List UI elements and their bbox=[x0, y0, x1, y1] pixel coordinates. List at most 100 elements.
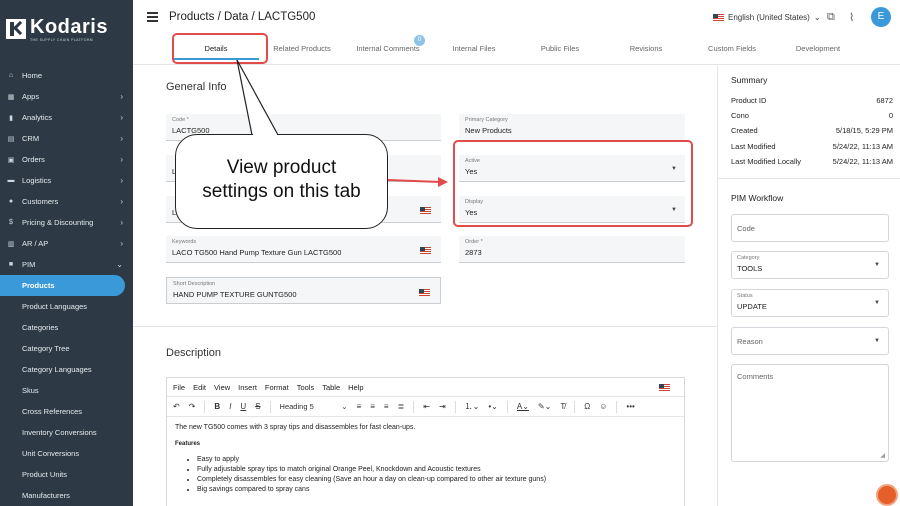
menu-help[interactable]: Help bbox=[348, 383, 363, 392]
summary-row: Cono 0 bbox=[731, 111, 893, 120]
logo-tagline: THE SUPPLY CHAIN PLATFORM bbox=[30, 37, 94, 42]
sidebar-item-ar-ap[interactable]: ▥ AR / AP › bbox=[0, 233, 133, 254]
indent-icon[interactable]: ⇥ bbox=[439, 402, 446, 411]
sidebar-item-analytics[interactable]: ▮ Analytics › bbox=[0, 107, 133, 128]
logo[interactable]: Kodaris THE SUPPLY CHAIN PLATFORM bbox=[0, 0, 133, 58]
sidebar-item-crm[interactable]: ▤ CRM › bbox=[0, 128, 133, 149]
callout-text-line2: settings on this tab bbox=[202, 181, 361, 202]
language-selector[interactable]: English (United States) ⌄ bbox=[713, 13, 821, 22]
tab-custom-fields[interactable]: Custom Fields bbox=[689, 40, 775, 60]
sidebar-item-product-units[interactable]: Product Units bbox=[0, 464, 133, 485]
bullet-list-icon[interactable]: •⌄ bbox=[488, 402, 498, 411]
sidebar: Kodaris THE SUPPLY CHAIN PLATFORM ⌂ Home … bbox=[0, 0, 133, 506]
sidebar-item-unit-conversions[interactable]: Unit Conversions bbox=[0, 443, 133, 464]
field-label: Status bbox=[737, 293, 753, 299]
sidebar-nav: ⌂ Home ▦ Apps › ▮ Analytics › ▤ CRM › ▣ Orders › … bbox=[0, 58, 133, 506]
workflow-category-select[interactable]: Category TOOLS ▼ bbox=[731, 251, 889, 279]
emoji-icon[interactable]: ☺ bbox=[599, 402, 607, 411]
chevron-down-icon: ⌄ bbox=[813, 13, 821, 22]
sidebar-item-product-languages[interactable]: Product Languages bbox=[0, 296, 133, 317]
sidebar-item-cross-references[interactable]: Cross References bbox=[0, 401, 133, 422]
menu-format[interactable]: Format bbox=[265, 383, 289, 392]
block-format-select[interactable]: Heading 5 ⌄ bbox=[280, 402, 348, 411]
us-flag-icon[interactable] bbox=[659, 384, 670, 391]
sidebar-item-manufacturers[interactable]: Manufacturers bbox=[0, 485, 133, 506]
field-value: TOOLS bbox=[737, 264, 763, 273]
menu-edit[interactable]: Edit bbox=[193, 383, 206, 392]
menu-view[interactable]: View bbox=[214, 383, 230, 392]
sidebar-item-apps[interactable]: ▦ Apps › bbox=[0, 86, 133, 107]
chat-widget-button[interactable] bbox=[876, 484, 898, 506]
editor-content[interactable]: The new TG500 comes with 3 spray tips an… bbox=[167, 417, 684, 501]
italic-icon[interactable]: I bbox=[229, 402, 231, 411]
menu-file[interactable]: File bbox=[173, 383, 185, 392]
text-color-icon[interactable]: A⌄ bbox=[517, 402, 529, 411]
order-field[interactable]: Order * 2873 bbox=[459, 236, 685, 263]
outdent-icon[interactable]: ⇤ bbox=[423, 402, 430, 411]
rich-text-editor[interactable]: File Edit View Insert Format Tools Table… bbox=[166, 377, 685, 506]
undo-icon[interactable]: ↶ bbox=[173, 402, 180, 411]
underline-icon[interactable]: U bbox=[240, 402, 246, 411]
avatar[interactable]: E bbox=[871, 7, 891, 27]
special-character-icon[interactable]: Ω bbox=[584, 402, 590, 411]
chevron-right-icon: › bbox=[120, 92, 123, 101]
block-format-value: Heading 5 bbox=[279, 402, 314, 411]
tab-internal-files[interactable]: Internal Files bbox=[431, 40, 517, 60]
field-value: New Products bbox=[465, 126, 512, 135]
workflow-reason-select[interactable]: Reason ▼ bbox=[731, 327, 889, 355]
sidebar-item-pim[interactable]: ■ PIM ⌄ bbox=[0, 254, 133, 275]
active-display-highlight bbox=[453, 140, 693, 227]
bold-icon[interactable]: B bbox=[214, 402, 220, 411]
analytics-icon: ▮ bbox=[9, 114, 13, 122]
redo-icon[interactable]: ↷ bbox=[189, 402, 196, 411]
tab-related-products[interactable]: Related Products bbox=[259, 40, 345, 60]
workflow-status-select[interactable]: Status UPDATE ▼ bbox=[731, 289, 889, 317]
clear-format-icon[interactable]: T̸ bbox=[560, 402, 565, 411]
align-center-icon[interactable]: ≡ bbox=[370, 402, 375, 411]
field-label: Code * bbox=[172, 117, 189, 123]
highlight-color-icon[interactable]: ✎⌄ bbox=[538, 402, 551, 411]
chevron-right-icon: › bbox=[120, 218, 123, 227]
workflow-code-input[interactable]: Code bbox=[731, 214, 889, 242]
comment-count-badge: 0 bbox=[414, 35, 425, 46]
align-left-icon[interactable]: ≡ bbox=[357, 402, 362, 411]
menu-table[interactable]: Table bbox=[322, 383, 340, 392]
sidebar-item-category-languages[interactable]: Category Languages bbox=[0, 359, 133, 380]
sidebar-item-skus[interactable]: Skus bbox=[0, 380, 133, 401]
sidebar-item-inventory-conversions[interactable]: Inventory Conversions bbox=[0, 422, 133, 443]
more-options-icon[interactable]: ••• bbox=[626, 402, 634, 411]
sidebar-item-customers[interactable]: ● Customers › bbox=[0, 191, 133, 212]
field-value: 2873 bbox=[465, 248, 482, 257]
menu-icon[interactable] bbox=[147, 12, 158, 24]
numbered-list-icon[interactable]: ⒈⌄ bbox=[465, 401, 480, 412]
short-description-field[interactable]: Short Description HAND PUMP TEXTURE GUNT… bbox=[166, 277, 441, 304]
workflow-comments-textarea[interactable]: Comments ◢ bbox=[731, 364, 889, 462]
align-justify-icon[interactable]: ≣ bbox=[398, 402, 405, 411]
open-external-icon[interactable]: ⧉ bbox=[827, 11, 835, 24]
sidebar-item-orders[interactable]: ▣ Orders › bbox=[0, 149, 133, 170]
tab-internal-comments[interactable]: Internal Comments 0 bbox=[345, 35, 431, 60]
crm-icon: ▤ bbox=[7, 135, 15, 143]
sidebar-item-category-tree[interactable]: Category Tree bbox=[0, 338, 133, 359]
sidebar-item-home[interactable]: ⌂ Home bbox=[0, 65, 133, 86]
list-item: Completely disassembles for easy cleanin… bbox=[197, 475, 676, 485]
sidebar-item-products[interactable]: Products bbox=[0, 275, 125, 296]
menu-insert[interactable]: Insert bbox=[238, 383, 257, 392]
dropdown-arrow-icon: ▼ bbox=[874, 262, 880, 268]
editor-menubar: File Edit View Insert Format Tools Table… bbox=[167, 378, 684, 397]
primary-category-field[interactable]: Primary Category New Products bbox=[459, 114, 685, 141]
strikethrough-icon[interactable]: S bbox=[255, 402, 260, 411]
align-right-icon[interactable]: ≡ bbox=[384, 402, 389, 411]
tab-public-files[interactable]: Public Files bbox=[517, 40, 603, 60]
resize-handle-icon[interactable]: ◢ bbox=[880, 452, 885, 459]
sidebar-item-logistics[interactable]: ▬ Logistics › bbox=[0, 170, 133, 191]
tab-development[interactable]: Development bbox=[775, 40, 861, 60]
paperclip-icon[interactable]: ⌇ bbox=[849, 11, 854, 24]
features-list: Easy to apply Fully adjustable spray tip… bbox=[197, 455, 676, 495]
tab-revisions[interactable]: Revisions bbox=[603, 40, 689, 60]
sidebar-item-pricing[interactable]: $ Pricing & Discounting › bbox=[0, 212, 133, 233]
sidebar-item-categories[interactable]: Categories bbox=[0, 317, 133, 338]
field-placeholder: Code bbox=[737, 224, 755, 233]
keywords-field[interactable]: Keywords LACO TG500 Hand Pump Texture Gu… bbox=[166, 236, 441, 263]
menu-tools[interactable]: Tools bbox=[297, 383, 315, 392]
